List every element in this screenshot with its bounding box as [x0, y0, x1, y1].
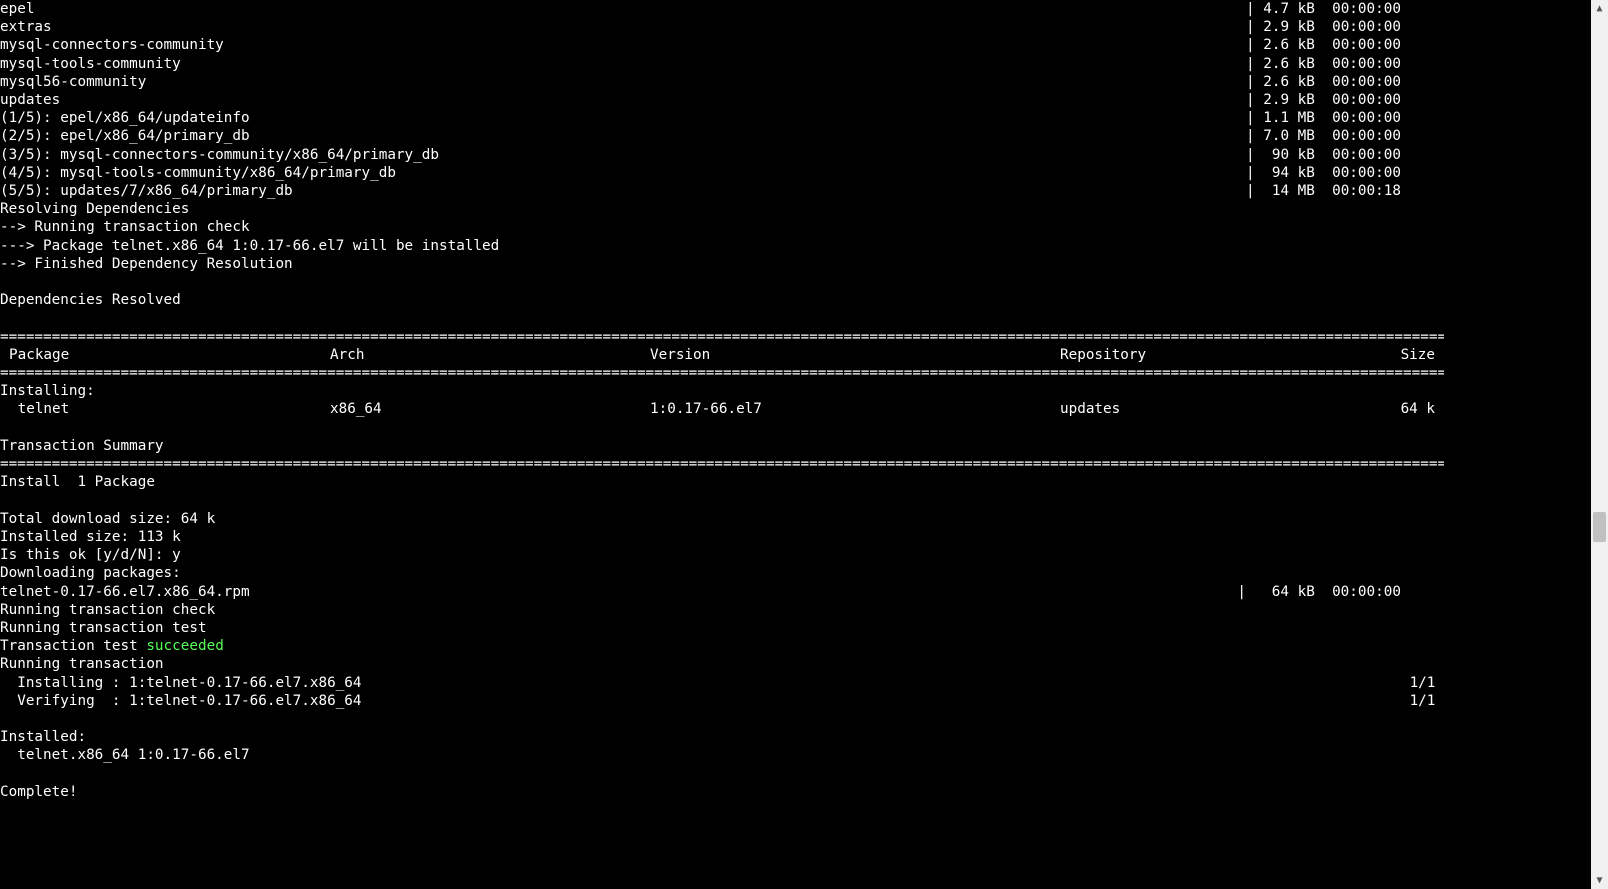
- running-txn-check: Running transaction check: [0, 601, 1448, 619]
- scrollbar-thumb[interactable]: [1593, 512, 1606, 542]
- installed-header: Installed:: [0, 728, 1448, 746]
- package-row: telnet x86_64 1:0.17-66.el7 updates 64 k: [0, 400, 1444, 418]
- scroll-up-button[interactable]: ▲: [1591, 0, 1608, 17]
- pkg-size: 64 k: [1395, 400, 1444, 418]
- header-package: Package: [0, 346, 330, 364]
- downloading-packages: Downloading packages:: [0, 564, 1448, 582]
- rpm-download-line: telnet-0.17-66.el7.x86_64.rpm | 64 kB 00…: [0, 583, 1444, 601]
- pkg-version: 1:0.17-66.el7: [650, 400, 1060, 418]
- verifying-step-line: Verifying : 1:telnet-0.17-66.el7.x86_64 …: [0, 692, 1444, 710]
- deps-resolved-line: Dependencies Resolved: [0, 291, 1448, 309]
- header-size: Size: [1395, 346, 1444, 364]
- download-line: (4/5): mysql-tools-community/x86_64/prim…: [0, 164, 1444, 182]
- vertical-scrollbar[interactable]: ▲ ▼: [1591, 0, 1608, 889]
- download-line: (3/5): mysql-connectors-community/x86_64…: [0, 146, 1444, 164]
- installed-package: telnet.x86_64 1:0.17-66.el7: [0, 746, 1448, 764]
- succeeded-text: succeeded: [146, 638, 223, 654]
- running-transaction: Running transaction: [0, 655, 1448, 673]
- confirm-prompt: Is this ok [y/d/N]: y: [0, 546, 1448, 564]
- running-check-line: --> Running transaction check: [0, 218, 1448, 236]
- repo-line: epel| 4.7 kB 00:00:00: [0, 0, 1444, 18]
- rpm-name: telnet-0.17-66.el7.x86_64.rpm: [0, 583, 250, 601]
- pkg-repo: updates: [1060, 400, 1395, 418]
- complete-line: Complete!: [0, 783, 1448, 801]
- running-txn-test: Running transaction test: [0, 619, 1448, 637]
- resolving-deps-line: Resolving Dependencies: [0, 200, 1448, 218]
- download-line: (5/5): updates/7/x86_64/primary_db| 14 M…: [0, 182, 1444, 200]
- repo-line: mysql-connectors-community| 2.6 kB 00:00…: [0, 36, 1444, 54]
- pkg-name: telnet: [0, 400, 330, 418]
- terminal-output[interactable]: epel| 4.7 kB 00:00:00 extras| 2.9 kB 00:…: [0, 0, 1448, 889]
- rule-line: ========================================…: [0, 328, 1444, 346]
- installed-size: Installed size: 113 k: [0, 528, 1448, 546]
- txn-test-result: Transaction test succeeded: [0, 637, 1448, 655]
- table-header-row: Package Arch Version Repository Size: [0, 346, 1444, 364]
- rule-line: ========================================…: [0, 455, 1444, 473]
- rule-line: ========================================…: [0, 364, 1444, 382]
- installing-label: Installing:: [0, 382, 1448, 400]
- repo-line: mysql-tools-community| 2.6 kB 00:00:00: [0, 55, 1444, 73]
- rpm-progress: | 64 kB 00:00:00: [1237, 583, 1444, 601]
- blank-line: [0, 419, 1448, 437]
- repo-line: extras| 2.9 kB 00:00:00: [0, 18, 1444, 36]
- pkg-arch: x86_64: [330, 400, 650, 418]
- blank-line: [0, 273, 1448, 291]
- install-count-line: Install 1 Package: [0, 473, 1448, 491]
- header-arch: Arch: [330, 346, 650, 364]
- header-version: Version: [650, 346, 1060, 364]
- blank-line: [0, 309, 1448, 327]
- blank-line: [0, 491, 1448, 509]
- package-install-line: ---> Package telnet.x86_64 1:0.17-66.el7…: [0, 237, 1448, 255]
- finished-resolution-line: --> Finished Dependency Resolution: [0, 255, 1448, 273]
- blank-line: [0, 710, 1448, 728]
- transaction-summary-title: Transaction Summary: [0, 437, 1448, 455]
- total-download-size: Total download size: 64 k: [0, 510, 1448, 528]
- blank-line: [0, 765, 1448, 783]
- repo-line: updates| 2.9 kB 00:00:00: [0, 91, 1444, 109]
- header-repo: Repository: [1060, 346, 1395, 364]
- repo-line: mysql56-community| 2.6 kB 00:00:00: [0, 73, 1444, 91]
- download-line: (2/5): epel/x86_64/primary_db| 7.0 MB 00…: [0, 127, 1444, 145]
- installing-step-line: Installing : 1:telnet-0.17-66.el7.x86_64…: [0, 674, 1444, 692]
- scroll-down-button[interactable]: ▼: [1591, 872, 1608, 889]
- download-line: (1/5): epel/x86_64/updateinfo| 1.1 MB 00…: [0, 109, 1444, 127]
